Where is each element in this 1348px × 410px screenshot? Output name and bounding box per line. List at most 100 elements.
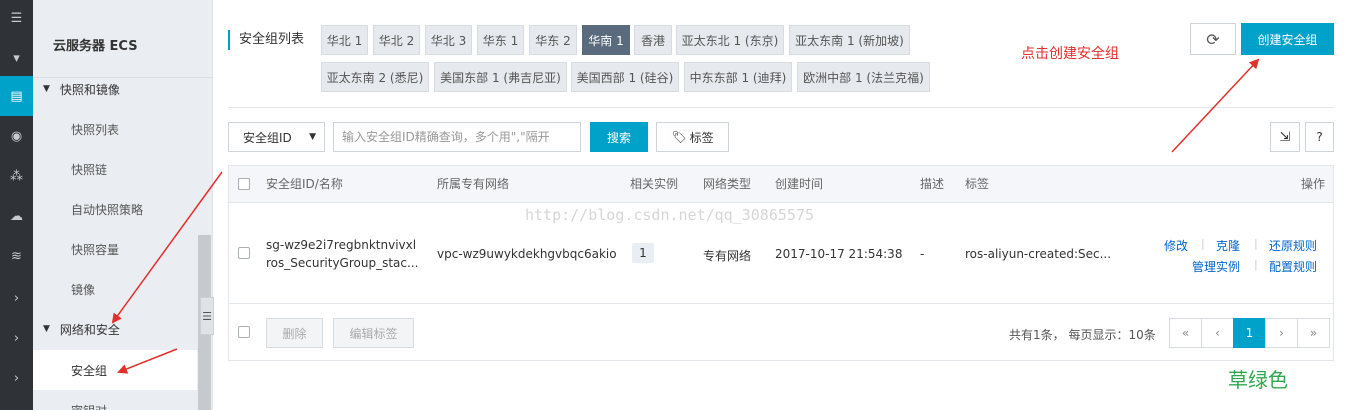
prev-page-button[interactable]: ‹ [1201, 318, 1234, 348]
search-input[interactable] [333, 122, 581, 152]
first-page-button[interactable]: « [1169, 318, 1202, 348]
server-icon[interactable]: ▤ [0, 76, 33, 116]
column-header: 网络类型 [703, 177, 752, 191]
divider: | [1254, 237, 1258, 250]
watermark: http://blog.csdn.net/qq_30865575 [525, 206, 814, 224]
sidebar-group-label: 网络和安全 [59, 322, 120, 337]
region-tab[interactable]: 欧洲中部 1 (法兰克福) [797, 62, 930, 92]
arrow-to-create-button [1171, 58, 1260, 153]
manage-instances-link[interactable]: 管理实例 [1192, 258, 1240, 275]
region-tab-active[interactable]: 华南 1 [582, 25, 630, 55]
tag-icon: 🏷 [671, 130, 687, 144]
annotation-red: 点击创建安全组 [1021, 46, 1119, 62]
region-tab[interactable]: 中东东部 1 (迪拜) [684, 62, 792, 92]
next-page-button[interactable]: › [1265, 318, 1298, 348]
sidebar-title: 云服务器 ECS [53, 39, 138, 54]
sidebar-item-snapshot-chain[interactable]: 快照链 [33, 149, 197, 189]
search-type-select[interactable]: 安全组ID ▼ [228, 122, 325, 152]
search-type-value: 安全组ID [243, 130, 292, 145]
icon-rail: ☰ ▾ ▤ ◉ ⁂ ☁ ≋ › › › [0, 0, 33, 410]
divider: | [1201, 237, 1205, 250]
created-time: 2017-10-17 21:54:38 [775, 247, 903, 261]
column-header: 描述 [920, 177, 945, 191]
network-icon[interactable]: ⁂ [0, 156, 33, 196]
region-tab[interactable]: 美国东部 1 (弗吉尼亚) [434, 62, 567, 92]
sidebar-item-security-group[interactable]: 安全组 [33, 350, 197, 390]
network-type: 专有网络 [703, 249, 752, 263]
table-header: 安全组ID/名称 所属专有网络 相关实例 网络类型 创建时间 描述 标签 操作 [229, 166, 1333, 203]
vpc-id[interactable]: vpc-wz9uwykdekhgvbqc6akio [437, 247, 617, 261]
column-header: 相关实例 [630, 177, 679, 191]
pagination-summary: 共有1条， 每页显示：10条 [1009, 328, 1156, 342]
tag-label: 标签 [689, 130, 714, 145]
help-icon: ? [1316, 130, 1323, 144]
column-header: 标签 [965, 177, 990, 191]
configure-rules-link[interactable]: 配置规则 [1269, 258, 1317, 275]
sidebar-item-snapshot-capacity[interactable]: 快照容量 [33, 229, 197, 269]
column-header: 操作 [1301, 177, 1326, 191]
sidebar-item-snapshot-list[interactable]: 快照列表 [33, 109, 197, 149]
cloud-icon[interactable]: ☁ [0, 196, 33, 236]
caret-down-icon: ▼ [43, 84, 50, 94]
divider: | [1254, 258, 1258, 271]
expand-icon[interactable]: › [0, 358, 33, 398]
refresh-icon: ⟳ [1206, 29, 1220, 49]
sidebar-item-key-pairs[interactable]: 密钥对 [33, 390, 197, 410]
region-tab[interactable]: 亚太东北 1 (东京) [676, 25, 784, 55]
security-group-table: 安全组ID/名称 所属专有网络 相关实例 网络类型 创建时间 描述 标签 操作 … [228, 165, 1334, 361]
page-title: 安全组列表 [228, 30, 304, 50]
column-header: 安全组ID/名称 [266, 177, 343, 191]
security-group-id[interactable]: sg-wz9e2i7regbnktnvivxl [266, 238, 416, 252]
sidebar-item-auto-snapshot-policy[interactable]: 自动快照策略 [33, 189, 197, 229]
region-tab[interactable]: 华东 1 [477, 25, 524, 55]
sidebar-group-network-security[interactable]: ▼ 网络和安全 [33, 309, 197, 349]
modify-link[interactable]: 修改 [1164, 237, 1188, 254]
caret-down-icon: ▼ [309, 132, 316, 142]
tag-filter-button[interactable]: 🏷 标签 [656, 122, 729, 152]
row-checkbox[interactable] [238, 247, 250, 259]
search-button[interactable]: 搜索 [590, 122, 648, 152]
region-tab[interactable]: 亚太东南 2 (悉尼) [321, 62, 429, 92]
export-button[interactable]: ⇲ [1270, 122, 1300, 152]
last-page-button[interactable]: » [1297, 318, 1330, 348]
region-tab[interactable]: 华北 1 [321, 25, 368, 55]
region-tab[interactable]: 香港 [634, 25, 672, 55]
expand-icon[interactable]: › [0, 318, 33, 358]
database-icon[interactable]: ◉ [0, 116, 33, 156]
delete-button[interactable]: 删除 [266, 318, 323, 348]
export-icon: ⇲ [1279, 129, 1291, 145]
expand-icon[interactable]: › [0, 278, 33, 318]
divider [228, 107, 1334, 108]
edit-tags-button[interactable]: 编辑标签 [333, 318, 414, 348]
layers-icon[interactable]: ≋ [0, 236, 33, 276]
column-header: 所属专有网络 [437, 177, 510, 191]
restore-rules-link[interactable]: 还原规则 [1269, 237, 1317, 254]
region-tab[interactable]: 亚太东南 1 (新加坡) [789, 25, 910, 55]
help-button[interactable]: ? [1305, 122, 1334, 152]
sidebar-group-snapshots[interactable]: ▼ 快照和镜像 [33, 69, 197, 109]
create-security-group-button[interactable]: 创建安全组 [1241, 23, 1334, 55]
caret-down-icon: ▼ [43, 324, 50, 334]
page-number-button[interactable]: 1 [1233, 318, 1266, 348]
select-all-checkbox-footer[interactable] [238, 326, 250, 338]
region-tab[interactable]: 华北 2 [373, 25, 420, 55]
select-all-checkbox[interactable] [238, 178, 250, 190]
sidebar-group-label: 快照和镜像 [59, 82, 120, 97]
region-tab[interactable]: 华东 2 [529, 25, 577, 55]
collapse-sidebar-handle[interactable]: ☰ [200, 297, 214, 335]
sidebar: 云服务器 ECS ▼ 快照和镜像 快照列表 快照链 自动快照策略 快照容量 镜像… [33, 0, 213, 410]
region-tab[interactable]: 华北 3 [425, 25, 472, 55]
description: - [920, 247, 925, 261]
menu-icon[interactable]: ☰ [0, 0, 33, 36]
sidebar-item-images[interactable]: 镜像 [33, 269, 197, 309]
region-tab[interactable]: 美国西部 1 (硅谷) [571, 62, 679, 92]
chevron-down-icon[interactable]: ▾ [0, 38, 33, 78]
clone-link[interactable]: 克隆 [1216, 237, 1240, 254]
table-footer: 删除 编辑标签 共有1条， 每页显示：10条 « ‹ 1 › » [229, 304, 1333, 360]
refresh-button[interactable]: ⟳ [1190, 23, 1236, 55]
column-header: 创建时间 [775, 177, 824, 191]
security-group-name: ros_SecurityGroup_stac... [266, 256, 419, 270]
instance-count-badge[interactable]: 1 [632, 243, 654, 263]
tags-value: ros-aliyun-created:Sec... [965, 247, 1112, 261]
annotation-green: 草绿色 [1228, 368, 1288, 392]
